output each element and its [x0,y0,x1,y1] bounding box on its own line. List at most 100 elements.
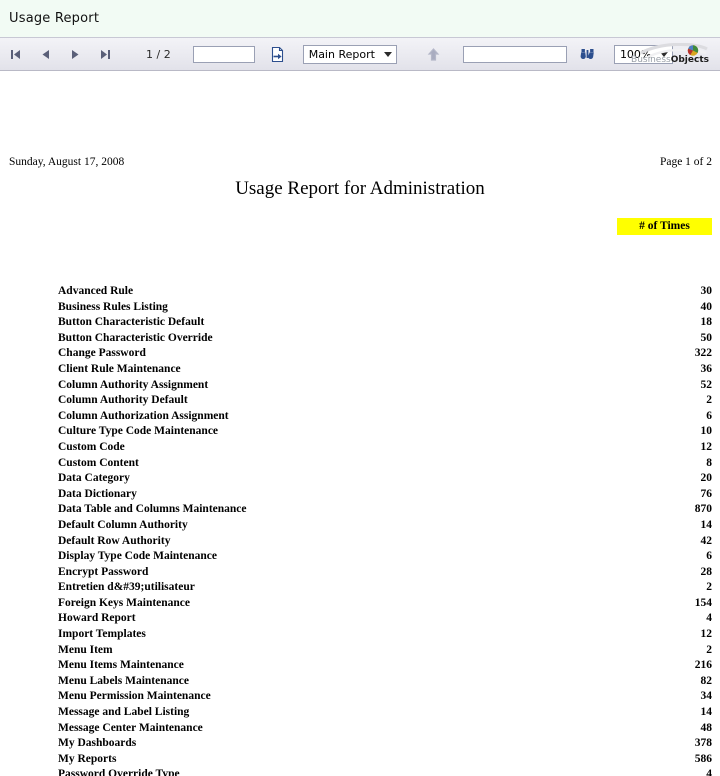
row-name: Data Category [58,472,130,485]
first-page-icon [10,49,20,59]
chevron-down-icon [383,51,392,57]
table-row: Custom Content 8 [0,456,720,472]
table-row: Entretien d&#39;utilisateur 2 [0,580,720,596]
row-count: 40 [700,300,713,313]
row-count: 870 [694,503,712,516]
table-row: Foreign Keys Maintenance 154 [0,596,720,612]
goto-page-icon [272,46,284,62]
first-page-button[interactable] [0,41,30,67]
row-name: Button Characteristic Default [58,316,205,329]
row-name: Data Dictionary [58,487,137,500]
row-name: Culture Type Code Maintenance [58,425,219,438]
row-name: Display Type Code Maintenance [58,550,217,563]
last-page-icon [100,49,110,59]
row-name: Default Row Authority [58,534,171,547]
previous-page-button[interactable] [30,41,60,67]
table-row: Column Authorization Assignment 6 [0,409,720,425]
search-button[interactable] [573,41,603,67]
row-count: 216 [694,659,712,672]
row-count: 28 [700,565,713,578]
last-page-button[interactable] [90,41,120,67]
table-row: My Dashboards 378 [0,736,720,752]
row-count: 378 [694,737,712,750]
report-viewer-toolbar: 1 / 2 Main Report 100% BusinessObjects [0,37,720,71]
row-count: 6 [706,409,712,422]
search-input[interactable] [462,45,567,63]
table-row: Menu Item 2 [0,643,720,659]
table-row: Button Characteristic Override 50 [0,331,720,347]
row-count: 586 [694,752,712,765]
row-count: 20 [700,472,713,485]
arrow-up-icon [428,47,440,61]
go-up-button[interactable] [419,41,449,67]
table-row: Custom Code 12 [0,440,720,456]
report-rows: Advanced Rule 30 Business Rules Listing 40 B… [0,284,720,776]
table-row: Encrypt Password 28 [0,565,720,581]
row-count: 8 [706,456,712,469]
row-name: Default Column Authority [58,518,188,531]
row-count: 52 [700,378,713,391]
report-part-select[interactable]: Main Report [302,44,397,64]
table-row: Message Center Maintenance 48 [0,721,720,737]
row-name: Client Rule Maintenance [58,362,181,375]
binoculars-search-icon [581,48,595,59]
row-name: Change Password [58,347,146,360]
row-count: 6 [706,550,712,563]
table-row: Column Authority Assignment 52 [0,378,720,394]
table-row: Password Override Type 4 [0,767,720,776]
page-indicator: 1 / 2 [146,47,171,61]
next-page-button[interactable] [60,41,90,67]
table-row: Data Dictionary 76 [0,487,720,503]
report-canvas: Sunday, August 17, 2008 Page 1 of 2 Usag… [0,71,720,776]
page-title: Usage Report [9,11,100,26]
table-row: Business Rules Listing 40 [0,300,720,316]
row-name: Column Authorization Assignment [58,409,229,422]
table-row: Menu Permission Maintenance 34 [0,689,720,705]
table-row: Default Row Authority 42 [0,534,720,550]
row-name: Howard Report [58,612,136,625]
table-row: Message and Label Listing 14 [0,705,720,721]
row-count: 154 [694,596,712,609]
row-name: Menu Item [58,643,113,656]
logo-text-objects: Objects [670,55,709,65]
row-name: My Dashboards [58,737,137,750]
row-count: 42 [700,534,713,547]
business-objects-logo: BusinessObjects [609,41,715,69]
page-number-input[interactable] [192,45,255,63]
row-count: 34 [700,690,713,703]
row-count: 76 [700,487,713,500]
report-part-select-value: Main Report [308,47,375,61]
table-row: Client Rule Maintenance 36 [0,362,720,378]
row-name: Entretien d&#39;utilisateur [58,581,195,594]
window-title-bar: Usage Report [0,0,720,37]
row-count: 4 [706,612,712,625]
table-row: Data Table and Columns Maintenance 870 [0,502,720,518]
table-row: Howard Report 4 [0,611,720,627]
next-page-icon [71,49,78,59]
row-name: Encrypt Password [58,565,149,578]
previous-page-icon [42,49,49,59]
logo-text-business: Business [631,55,671,65]
row-count: 30 [700,285,713,297]
table-row: Display Type Code Maintenance 6 [0,549,720,565]
column-header-times: # of Times [617,218,712,235]
row-count: 12 [700,628,713,641]
row-count: 14 [700,518,713,531]
row-name: Custom Content [58,456,139,469]
row-count: 4 [706,768,712,776]
row-count: 50 [700,331,713,344]
goto-page-button[interactable] [263,41,293,67]
table-row: Change Password 322 [0,346,720,362]
table-row: Button Characteristic Default 18 [0,315,720,331]
table-row: Menu Labels Maintenance 82 [0,674,720,690]
row-name: Column Authority Assignment [58,378,209,391]
table-row: Import Templates 12 [0,627,720,643]
row-count: 2 [706,581,712,594]
row-count: 18 [700,316,713,329]
row-count: 2 [706,643,712,656]
table-row: My Reports 586 [0,752,720,768]
row-name: Password Override Type [58,768,180,776]
row-name: Menu Items Maintenance [58,659,184,672]
row-name: Foreign Keys Maintenance [58,596,191,609]
row-name: Message and Label Listing [58,706,190,719]
